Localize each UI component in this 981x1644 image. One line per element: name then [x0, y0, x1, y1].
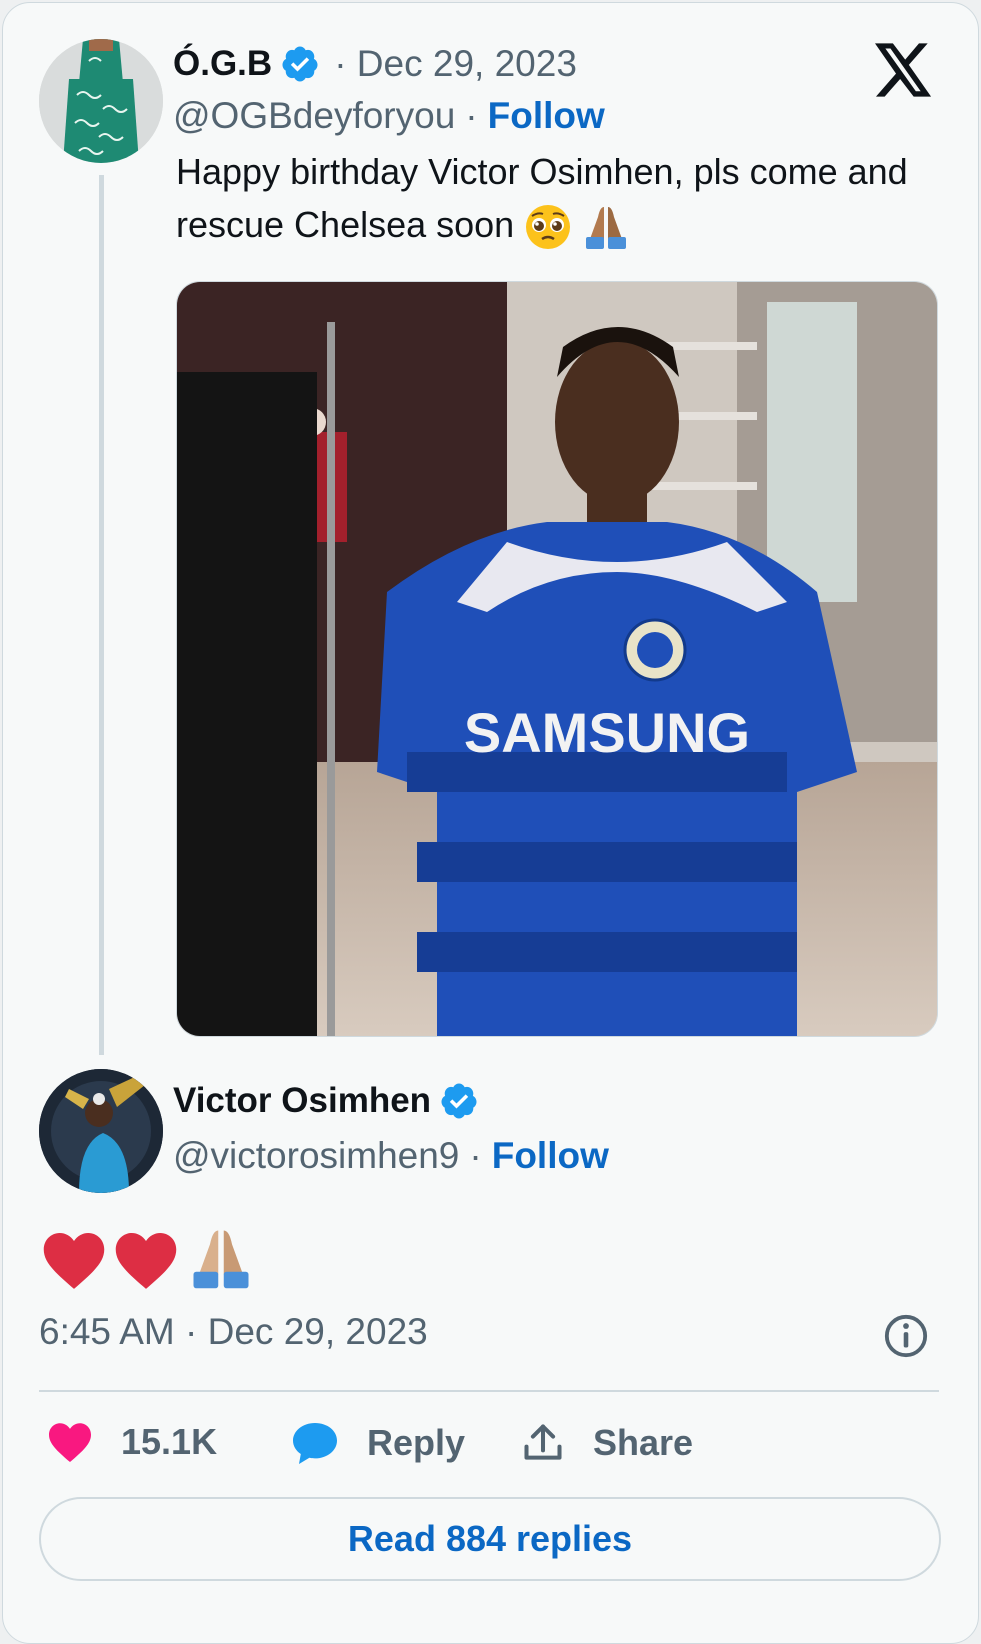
x-logo-icon[interactable]	[875, 43, 933, 97]
share-label: Share	[593, 1422, 694, 1463]
thread-connector-line	[99, 175, 104, 1055]
info-icon[interactable]	[883, 1313, 929, 1359]
reply-bubble-icon	[293, 1423, 337, 1464]
read-replies-button[interactable]: Read 884 replies	[39, 1497, 941, 1581]
verified-badge-icon	[441, 1083, 477, 1119]
tweet-photo[interactable]: SAMSUNG	[176, 281, 938, 1037]
osimhen-name-row: Victor Osimhen	[173, 1081, 479, 1121]
share-button[interactable]: Share	[521, 1421, 693, 1465]
reply-label: Reply	[367, 1422, 466, 1463]
tweet-text: Happy birthday Victor Osimhen, pls come …	[176, 145, 936, 251]
like-count: 15.1K	[121, 1421, 218, 1462]
red-heart-emoji-icon	[116, 1233, 177, 1289]
tweet-date-text: Dec 29, 2023	[356, 43, 577, 84]
share-upload-icon	[524, 1424, 562, 1460]
author-name[interactable]: Ó.G.B	[173, 44, 272, 84]
folded-hands-emoji-icon	[586, 207, 627, 250]
pleading-face-emoji-icon	[526, 205, 571, 250]
separator-dot: ·	[469, 1135, 482, 1176]
reply-follow-button[interactable]: Follow	[492, 1135, 609, 1177]
photo-shirt-text: SAMSUNG	[464, 701, 750, 764]
ogb-avatar[interactable]	[39, 39, 163, 163]
verified-badge-icon	[282, 46, 318, 82]
reply-tweet-text	[41, 1225, 254, 1296]
folded-hands-emoji-icon	[193, 1230, 249, 1289]
tweet-date[interactable]: · Dec 29, 2023	[334, 43, 577, 85]
reply-author-name[interactable]: Victor Osimhen	[173, 1081, 431, 1121]
reply-button[interactable]: Reply	[291, 1421, 465, 1465]
osimhen-handle-row: @victorosimhen9 · Follow	[173, 1135, 609, 1177]
red-heart-emoji-icon	[43, 1233, 105, 1289]
separator-dot: ·	[465, 95, 478, 136]
follow-button[interactable]: Follow	[488, 95, 605, 137]
tweet-embed-card: Ó.G.B · Dec 29, 2023 @OGBdeyforyou · Fol…	[2, 2, 979, 1644]
reply-author-handle[interactable]: @victorosimhen9	[173, 1135, 459, 1177]
author-handle[interactable]: @OGBdeyforyou	[173, 95, 455, 137]
ogb-name-row: Ó.G.B · Dec 29, 2023	[173, 43, 577, 85]
reply-timestamp[interactable]: 6:45 AM · Dec 29, 2023	[39, 1311, 428, 1353]
ogb-handle-row: @OGBdeyforyou · Follow	[173, 95, 605, 137]
divider	[39, 1390, 939, 1392]
heart-icon	[49, 1423, 91, 1463]
osimhen-avatar[interactable]	[39, 1069, 163, 1193]
like-button[interactable]: 15.1K	[47, 1421, 217, 1463]
read-replies-label: Read 884 replies	[347, 1518, 633, 1559]
